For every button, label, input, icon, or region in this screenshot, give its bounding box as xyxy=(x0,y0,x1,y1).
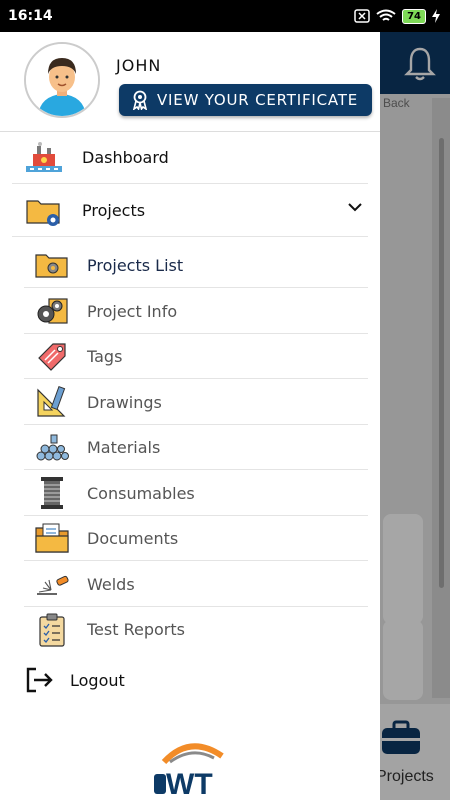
dashboard-factory-icon xyxy=(26,141,62,172)
submenu-label: Projects List xyxy=(87,255,184,275)
pipes-icon xyxy=(36,434,69,461)
view-certificate-button[interactable]: VIEW YOUR CERTIFICATE xyxy=(119,84,372,116)
logout-icon xyxy=(26,667,53,693)
submenu-label: Drawings xyxy=(87,392,162,412)
submenu-item-welds[interactable]: Welds xyxy=(24,562,368,607)
menu-item-projects[interactable]: Projects xyxy=(12,185,368,237)
submenu-item-drawings[interactable]: Drawings xyxy=(24,380,368,425)
projects-folder-icon xyxy=(26,199,60,226)
documents-folder-icon xyxy=(35,523,69,553)
folder-gear-icon xyxy=(35,254,68,278)
logout-button[interactable]: Logout xyxy=(24,664,125,696)
tag-icon xyxy=(38,343,66,371)
menu-label-dashboard: Dashboard xyxy=(82,148,169,167)
submenu-label: Consumables xyxy=(87,483,195,503)
submenu-item-test-reports[interactable]: Test Reports xyxy=(24,607,368,652)
menu-label-projects: Projects xyxy=(82,201,146,220)
submenu-item-project-info[interactable]: Project Info xyxy=(24,289,368,334)
gears-folder-icon xyxy=(37,298,68,324)
wire-spool-icon xyxy=(41,477,63,509)
status-bar: 16:14 74 xyxy=(0,0,450,32)
submenu-label: Materials xyxy=(87,437,161,457)
logout-label: Logout xyxy=(70,670,125,690)
submenu-label: Project Info xyxy=(87,301,178,321)
status-icons: 74 xyxy=(354,8,440,24)
submenu-label: Welds xyxy=(87,574,135,594)
award-ribbon-icon xyxy=(132,90,148,110)
profile-header: JOHN VIEW YOUR CERTIFICATE xyxy=(0,32,380,132)
charging-icon xyxy=(432,9,440,23)
wifi-icon xyxy=(376,9,396,21)
user-name: JOHN xyxy=(116,56,162,75)
app-logo: WT xyxy=(154,743,224,800)
submenu-label: Test Reports xyxy=(87,620,185,639)
submenu-item-materials[interactable]: Materials xyxy=(24,425,368,470)
submenu-item-documents[interactable]: Documents xyxy=(24,516,368,561)
avatar xyxy=(24,42,100,118)
notification-x-icon xyxy=(354,9,370,23)
submenu-label: Documents xyxy=(87,528,179,548)
submenu-item-consumables[interactable]: Consumables xyxy=(24,471,368,516)
submenu-label: Tags xyxy=(87,346,123,366)
submenu-item-projects-list[interactable]: Projects List xyxy=(24,243,368,288)
battery-level: 74 xyxy=(402,8,426,24)
clipboard-checklist-icon xyxy=(39,613,65,647)
chevron-down-icon[interactable] xyxy=(348,202,362,212)
drafting-tools-icon xyxy=(37,385,66,417)
welding-torch-icon xyxy=(37,575,69,595)
svg-text:WT: WT xyxy=(166,768,213,800)
view-certificate-label: VIEW YOUR CERTIFICATE xyxy=(157,91,359,109)
user-avatar-icon xyxy=(26,44,98,116)
status-time: 16:14 xyxy=(8,8,53,24)
submenu-item-tags[interactable]: Tags xyxy=(24,334,368,379)
navigation-drawer: JOHN VIEW YOUR CERTIFICATE Dashboard Pro… xyxy=(0,32,380,800)
menu-item-dashboard[interactable]: Dashboard xyxy=(12,132,368,184)
